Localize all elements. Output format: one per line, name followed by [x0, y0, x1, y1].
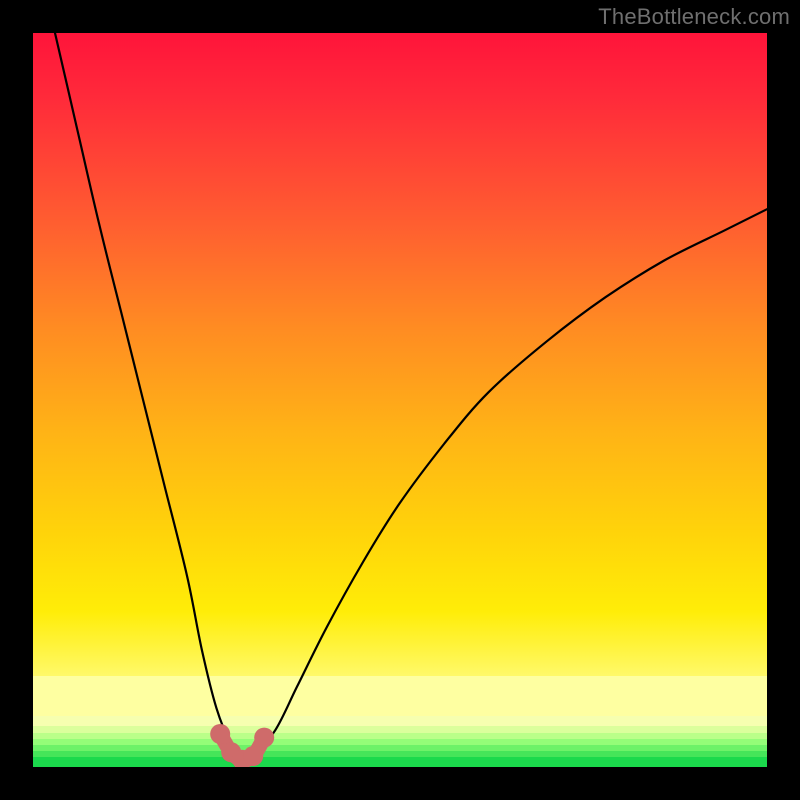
color-band	[33, 716, 767, 726]
color-band	[33, 757, 767, 767]
color-band	[33, 726, 767, 733]
watermark-text: TheBottleneck.com	[598, 4, 790, 30]
color-band	[33, 676, 767, 716]
chart-frame: TheBottleneck.com	[0, 0, 800, 800]
plot-area	[33, 33, 767, 767]
background-gradient	[33, 33, 767, 676]
